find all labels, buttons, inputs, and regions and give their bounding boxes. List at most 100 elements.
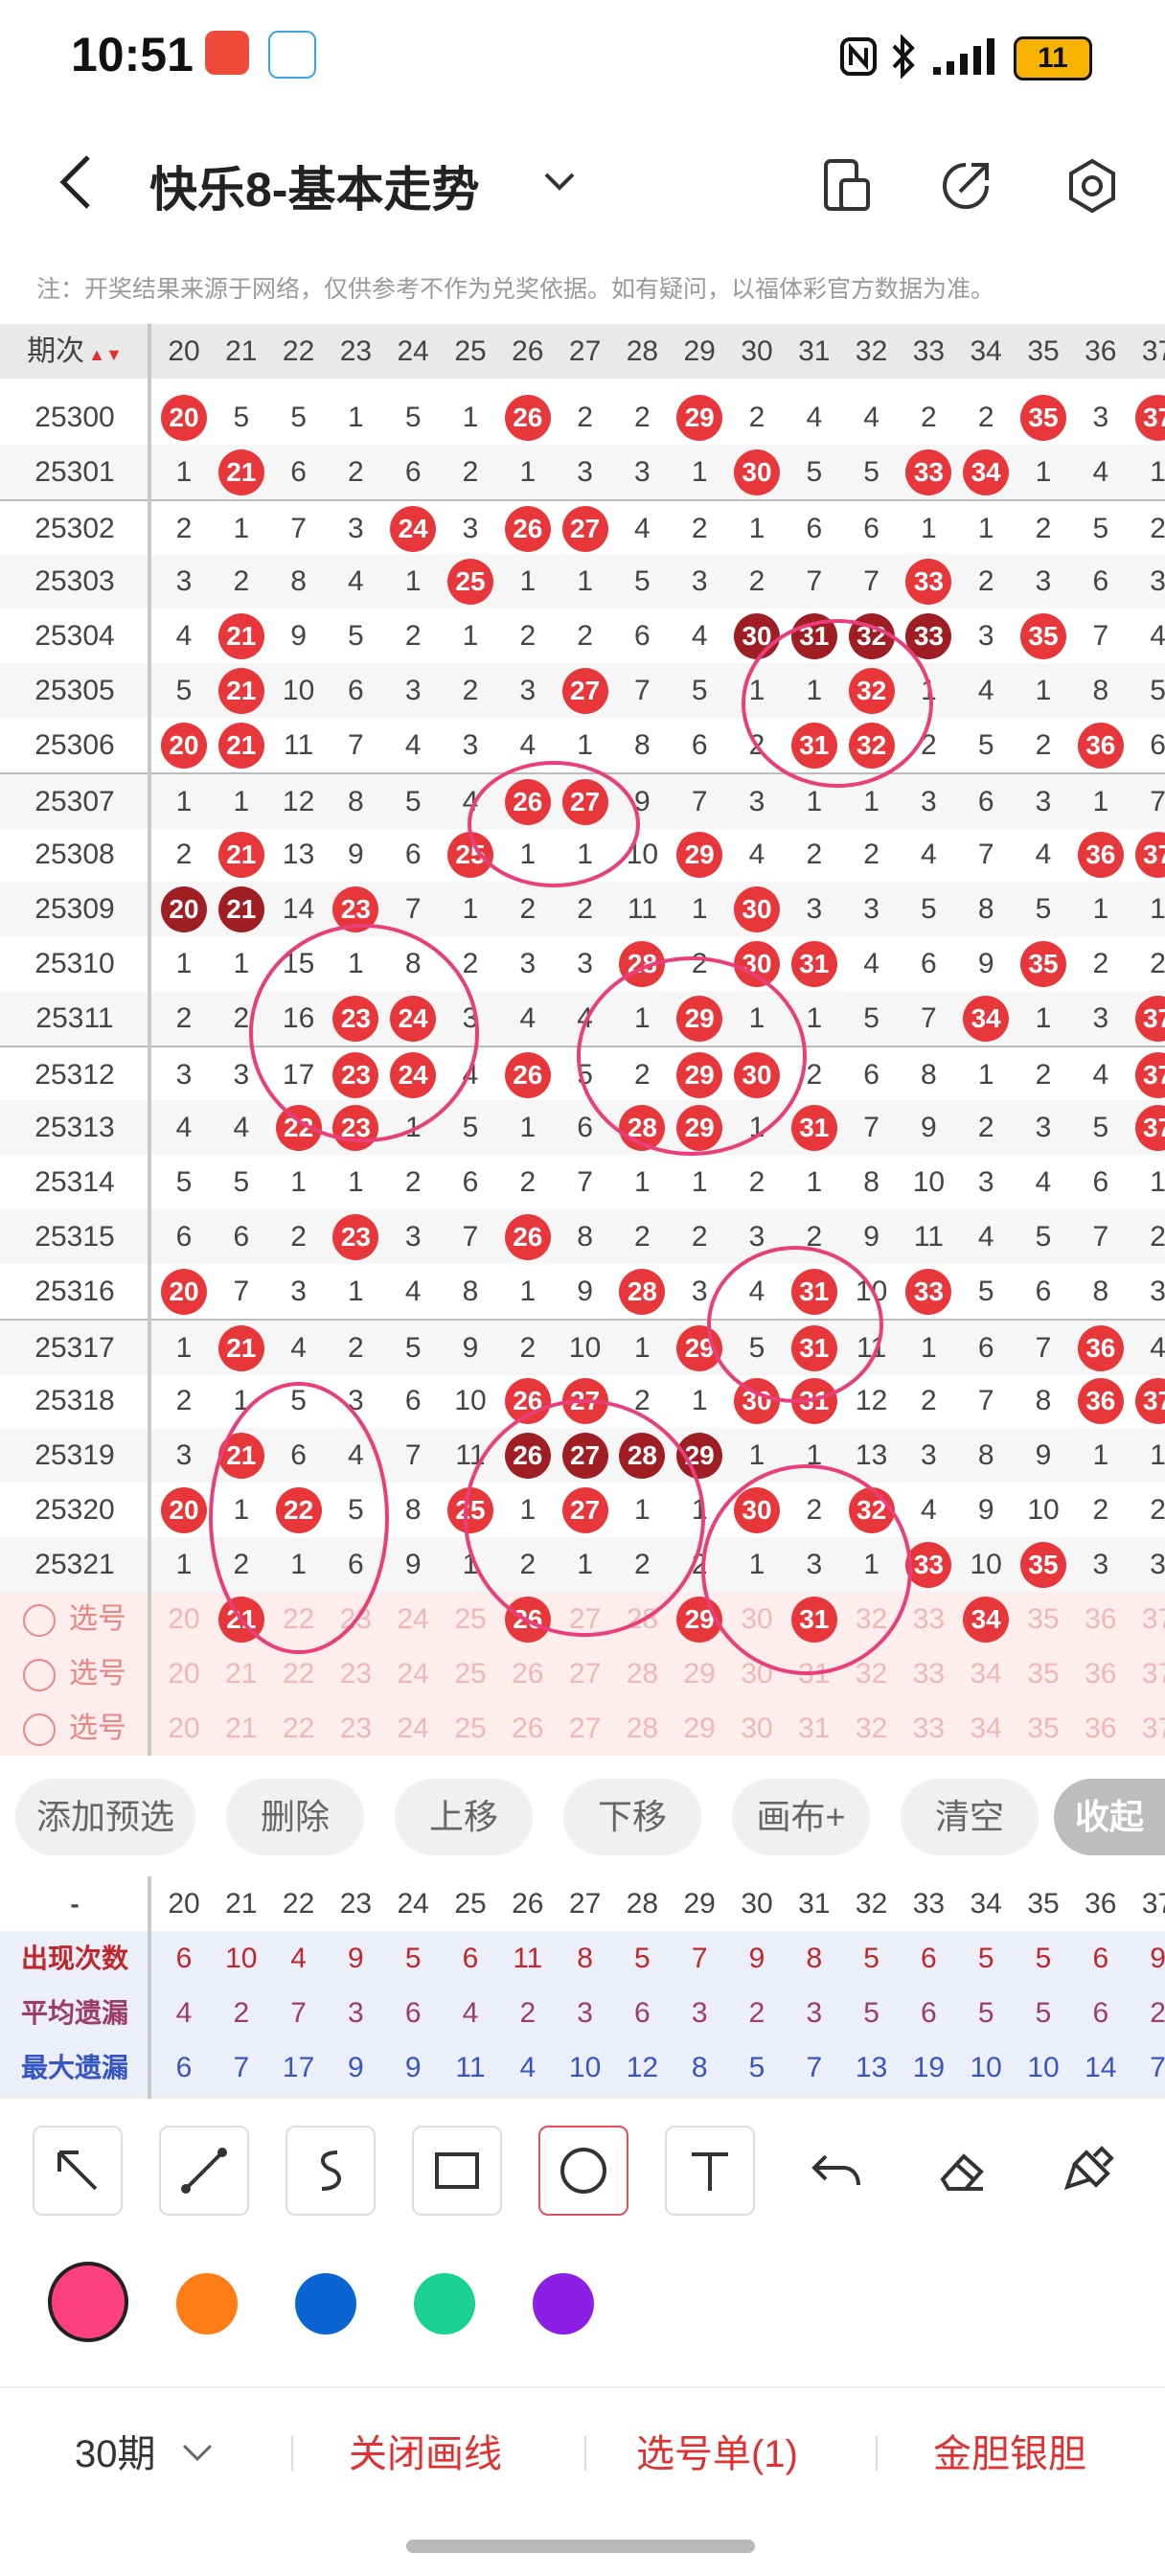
status-time: 10:51	[71, 28, 194, 81]
stats-value: 5	[863, 1943, 879, 1974]
stats-value: 5	[977, 1943, 994, 1974]
drawn-circle	[701, 1464, 912, 1675]
stats-column-header: 29	[683, 1888, 716, 1920]
pick-list-button[interactable]: 选号单(1)	[636, 2423, 798, 2478]
delete-button[interactable]: 删除	[226, 1779, 364, 1855]
line-tool[interactable]	[159, 2126, 249, 2216]
stats-value: 5	[1035, 1997, 1052, 2029]
golden-bold-button[interactable]: 金胆银胆	[933, 2423, 1086, 2478]
undo-tool[interactable]	[791, 2126, 881, 2216]
add-preselect-button[interactable]: 添加预选	[15, 1779, 195, 1855]
divider	[584, 2436, 586, 2471]
stats-value: 8	[806, 1943, 823, 1974]
stats-value: 4	[462, 1997, 479, 2029]
home-indicator[interactable]	[406, 2540, 755, 2553]
stats-value: 6	[404, 1997, 422, 2029]
stats-value: 9	[348, 2052, 364, 2083]
stats-value: 7	[1150, 2052, 1165, 2083]
clear-brush-tool[interactable]	[1044, 2126, 1134, 2216]
move-down-button[interactable]: 下移	[563, 1779, 701, 1855]
arrow-tool[interactable]	[33, 2126, 123, 2216]
stats-value: 8	[577, 1943, 593, 1974]
settings-icon[interactable]	[1063, 157, 1121, 215]
drawn-circle	[249, 924, 479, 1142]
back-arrow-icon[interactable]	[56, 151, 94, 213]
stats-value: 5	[977, 1997, 994, 2029]
stats-column-header: 20	[168, 1888, 200, 1920]
close-lines-button[interactable]: 关闭画线	[349, 2423, 502, 2478]
home-app-icon	[268, 31, 316, 79]
drawn-circle	[742, 619, 933, 788]
bottom-bar: 30期 关闭画线 选号单(1) 金胆银胆	[0, 2386, 1165, 2513]
text-tool[interactable]	[665, 2126, 755, 2216]
stats-column-header: 26	[512, 1888, 544, 1920]
stats-column-header: 34	[970, 1888, 1002, 1920]
battery-indicator: 11	[1014, 36, 1092, 80]
chevron-down-icon[interactable]	[542, 167, 577, 196]
stats-header-label: -	[70, 1889, 80, 1919]
color-swatch-blue[interactable]	[295, 2273, 356, 2334]
stats-value: 3	[691, 1997, 708, 2029]
color-swatch-pink[interactable]	[48, 2262, 128, 2342]
stats-value: 2	[1150, 1997, 1165, 2029]
stats-row: 平均遗漏 4 2 7 3 6 4 2 3 6 3 2 3 5 6 5 5 6 2	[0, 1986, 1165, 2040]
circle-tool[interactable]	[538, 2126, 628, 2216]
stats-column-header: 35	[1027, 1888, 1060, 1920]
color-swatch-orange[interactable]	[176, 2273, 238, 2334]
stats-value: 7	[691, 1943, 708, 1974]
move-up-button[interactable]: 上移	[395, 1779, 533, 1855]
eraser-tool[interactable]	[918, 2126, 1008, 2216]
signal-icon	[933, 38, 994, 75]
drawn-circle	[577, 956, 807, 1156]
stats-value: 4	[175, 1997, 193, 2029]
stats-value: 6	[462, 1943, 479, 1974]
phone-layout-icon[interactable]	[818, 157, 876, 215]
color-swatch-purple[interactable]	[533, 2273, 594, 2334]
stats-value: 10	[1027, 2052, 1060, 2083]
stats-value: 19	[912, 2052, 946, 2083]
freehand-tool[interactable]	[286, 2126, 376, 2216]
page-title: 快乐8-基本走势	[149, 163, 480, 217]
stats-value: 3	[806, 1997, 823, 2029]
stats-column-header: 28	[626, 1888, 659, 1920]
canvas-button[interactable]: 画布+	[732, 1779, 870, 1855]
clear-button[interactable]: 清空	[901, 1779, 1039, 1855]
stats-value: 11	[513, 1943, 543, 1974]
period-select[interactable]: 30期	[75, 2423, 156, 2478]
stats-value: 7	[290, 1997, 307, 2029]
stats-value: 6	[921, 1997, 937, 2029]
stats-column-header: 30	[741, 1888, 773, 1920]
stats-value: 6	[175, 2052, 193, 2083]
color-swatch-green[interactable]	[414, 2273, 475, 2334]
drawn-circle	[468, 761, 640, 887]
divider	[291, 2436, 293, 2471]
chevron-down-icon[interactable]	[180, 2440, 215, 2465]
stats-column-header: 37	[1141, 1888, 1165, 1920]
stats-value: 2	[519, 1997, 537, 2029]
stats-table: -202122232425262728293031323334353637出现次…	[0, 1876, 1165, 2099]
rectangle-tool[interactable]	[412, 2126, 502, 2216]
stats-value: 10	[970, 2052, 1002, 2083]
stats-value: 14	[1085, 2052, 1117, 2083]
stats-value: 6	[1092, 1943, 1109, 1974]
drawn-circle	[209, 1382, 389, 1654]
status-bar: 10:51 11	[0, 0, 1165, 113]
stats-value: 17	[282, 2052, 315, 2083]
stats-value: 10	[225, 1943, 258, 1974]
stats-label: 出现次数	[20, 1944, 128, 1973]
bluetooth-icon	[892, 34, 915, 79]
stats-value: 5	[634, 1943, 651, 1974]
stats-label: 最大遗漏	[20, 2053, 128, 2082]
stats-value: 9	[348, 1943, 364, 1974]
stats-value: 6	[1092, 1997, 1109, 2029]
stats-value: 5	[404, 1943, 422, 1974]
collapse-button[interactable]: 收起	[1054, 1779, 1165, 1855]
stats-value: 5	[748, 2052, 765, 2083]
drawn-circle	[707, 1246, 883, 1403]
stats-value: 7	[806, 2052, 823, 2083]
stats-value: 4	[290, 1943, 307, 1974]
stats-value: 5	[863, 1997, 879, 2029]
share-icon[interactable]	[937, 157, 994, 215]
divider	[876, 2436, 878, 2471]
stats-column-header: 25	[454, 1888, 487, 1920]
